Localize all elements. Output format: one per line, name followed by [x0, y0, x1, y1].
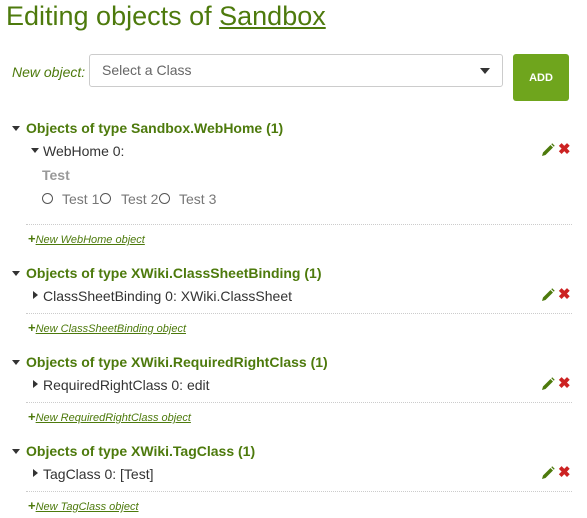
caret-right-icon — [33, 469, 38, 477]
delete-x-icon[interactable]: ✖ — [558, 140, 571, 158]
object-row-tagclass-0: TagClass 0: [Test] ✖ — [31, 463, 572, 483]
caret-down-icon — [12, 126, 20, 131]
new-classsheetbinding-object-link[interactable]: +New ClassSheetBinding object — [28, 319, 186, 337]
class-select-dropdown[interactable]: Select a Class — [89, 54, 503, 87]
delete-x-icon[interactable]: ✖ — [558, 463, 571, 481]
class-select-placeholder: Select a Class — [102, 62, 192, 78]
new-object-form: New object: Select a Class ADD — [12, 54, 572, 102]
object-toggle[interactable] — [31, 376, 43, 392]
caret-down-icon — [12, 449, 20, 454]
new-requiredrightclass-object-link[interactable]: +New RequiredRightClass object — [28, 408, 191, 426]
property-title: Test — [42, 167, 70, 183]
new-link-text: New RequiredRightClass object — [35, 412, 191, 424]
section-divider — [26, 491, 572, 492]
delete-x-icon[interactable]: ✖ — [558, 285, 571, 303]
plus-icon: + — [28, 320, 36, 335]
section-title: Objects of type XWiki.RequiredRightClass… — [26, 354, 328, 370]
caret-right-icon — [33, 380, 38, 388]
delete-x-icon[interactable]: ✖ — [558, 374, 571, 392]
section-divider — [26, 402, 572, 403]
new-link-text: New TagClass object — [35, 501, 139, 513]
object-toggle[interactable] — [31, 142, 43, 158]
caret-down-icon — [12, 271, 20, 276]
pencil-icon[interactable] — [541, 466, 555, 480]
new-link-text: New WebHome object — [35, 234, 145, 246]
caret-down-icon — [31, 148, 39, 153]
section-divider — [26, 313, 572, 314]
pencil-icon[interactable] — [541, 143, 555, 157]
radio-label: Test 1 — [62, 191, 100, 207]
page-title-prefix: Editing objects of — [6, 1, 220, 31]
sandbox-page-link[interactable]: Sandbox — [219, 1, 326, 31]
section-divider — [26, 224, 572, 225]
object-toggle[interactable] — [31, 465, 43, 481]
object-label[interactable]: RequiredRightClass 0: edit — [43, 377, 210, 393]
object-row-webhome-0: WebHome 0: ✖ — [31, 140, 572, 160]
section-title: Objects of type XWiki.ClassSheetBinding … — [26, 265, 322, 281]
chevron-down-icon — [480, 68, 490, 74]
object-row-classsheetbinding-0: ClassSheetBinding 0: XWiki.ClassSheet ✖ — [31, 285, 572, 305]
plus-icon: + — [28, 409, 36, 424]
radio-label: Test 3 — [179, 191, 217, 207]
pencil-icon[interactable] — [541, 377, 555, 391]
caret-down-icon — [12, 360, 20, 365]
pencil-icon[interactable] — [541, 288, 555, 302]
new-link-text: New ClassSheetBinding object — [35, 323, 187, 335]
plus-icon: + — [28, 231, 36, 246]
new-tagclass-object-link[interactable]: +New TagClass object — [28, 497, 139, 515]
object-section-webhome: Objects of type Sandbox.WebHome (1) WebH… — [12, 120, 572, 248]
object-label[interactable]: ClassSheetBinding 0: XWiki.ClassSheet — [43, 288, 292, 304]
radio-circle — [42, 193, 53, 204]
object-section-requiredrightclass: Objects of type XWiki.RequiredRightClass… — [12, 354, 572, 424]
object-label[interactable]: TagClass 0: [Test] — [43, 466, 154, 482]
object-section-tagclass: Objects of type XWiki.TagClass (1) TagCl… — [12, 443, 572, 513]
new-object-label: New object: — [12, 64, 86, 80]
radio-circle — [100, 193, 111, 204]
object-row-requiredrightclass-0: RequiredRightClass 0: edit ✖ — [31, 374, 572, 394]
radio-label: Test 2 — [121, 191, 159, 207]
radio-circle — [159, 193, 170, 204]
section-title: Objects of type Sandbox.WebHome (1) — [26, 120, 284, 136]
object-label[interactable]: WebHome 0: — [43, 143, 124, 159]
section-title: Objects of type XWiki.TagClass (1) — [26, 443, 256, 459]
object-section-classsheetbinding: Objects of type XWiki.ClassSheetBinding … — [12, 265, 572, 335]
object-toggle[interactable] — [31, 287, 43, 303]
page-title: Editing objects of Sandbox — [6, 1, 326, 32]
new-webhome-object-link[interactable]: +New WebHome object — [28, 230, 145, 248]
caret-right-icon — [33, 291, 38, 299]
add-object-button[interactable]: ADD — [513, 54, 569, 101]
plus-icon: + — [28, 498, 36, 513]
